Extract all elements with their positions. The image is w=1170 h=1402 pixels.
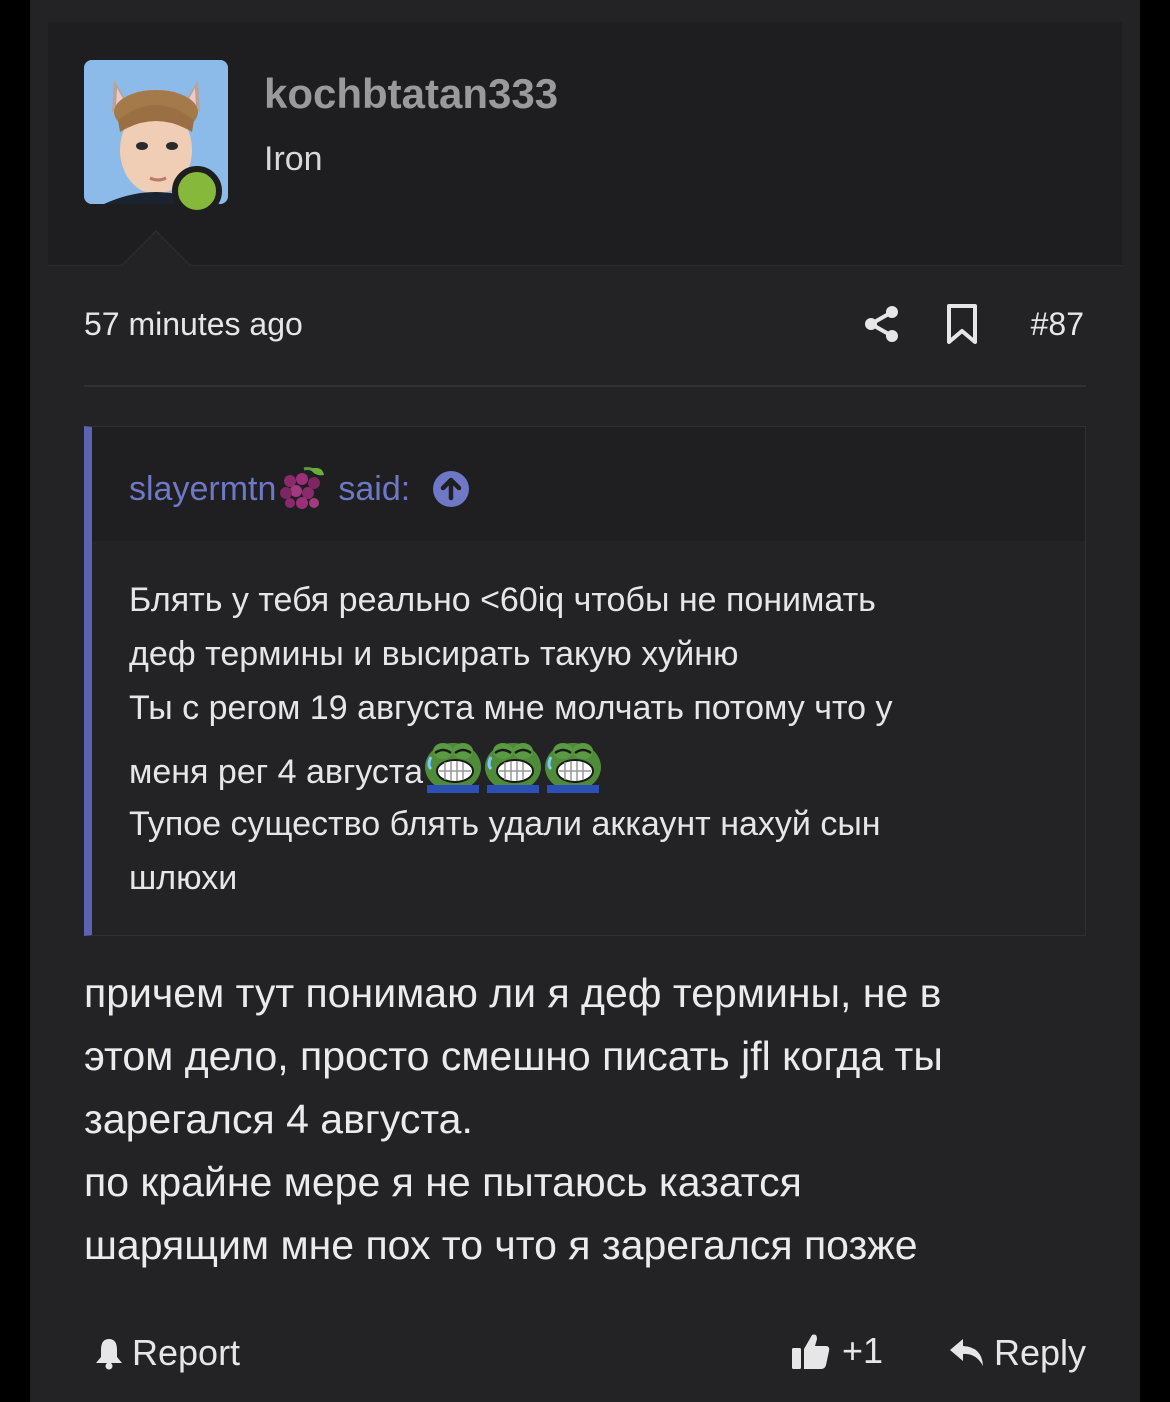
quote-line: Ты с регом 19 августа мне молчать потому… [129,689,893,727]
message-line: зарегался 4 августа. [84,1096,473,1142]
laughing-pepe-emoji [545,743,602,793]
post-actions: Report +1 Reply [84,1326,1086,1382]
post-timestamp[interactable]: 57 minutes ago [84,306,303,343]
quote-line: Блять у тебя реально <60iq чтобы не пони… [129,581,876,619]
report-button[interactable]: Report [92,1332,240,1374]
message-line: по крайне мере я не пытаюсь казатся [84,1159,802,1205]
post-number[interactable]: #87 [1031,306,1084,343]
quote-line: меня рег 4 августа [129,753,424,791]
quote-line: Тупое существо блять удали аккаунт нахуй… [129,805,881,843]
message-line: этом дело, просто смешно писать jfl когд… [84,1033,943,1079]
quote-text: Блять у тебя реально <60iq чтобы не пони… [129,573,1049,905]
quote-header: slayermtn said: [92,427,1085,541]
report-label: Report [132,1332,241,1373]
quote-body: Блять у тебя реально <60iq чтобы не пони… [92,541,1085,935]
message-line: шарящим мне пох то что я зарегался позже [84,1222,918,1268]
quote-attribution: slayermtn said: [129,465,470,513]
reply-icon [949,1339,983,1366]
reply-button[interactable]: Reply [948,1332,1086,1374]
message-line: причем тут понимаю ли я деф термины, не … [84,970,942,1016]
laughing-pepe-emoji [425,743,482,793]
user-rank: Iron [264,140,323,178]
reply-label: Reply [993,1332,1086,1373]
divider [84,385,1086,387]
share-icon[interactable] [862,304,902,344]
grapes-emoji [280,467,325,509]
quote-line: шлюхи [129,859,238,897]
post-card: kochbtatan333 Iron 57 minutes ago #87 sl… [30,0,1140,1402]
bell-icon [96,1339,122,1370]
avatar[interactable] [84,60,228,216]
online-status-dot [172,166,222,216]
post-meta-row: 57 minutes ago #87 [84,298,1084,354]
quote-block: slayermtn said: Блять у тебя реально <60… [84,426,1086,936]
like-count: +1 [842,1330,884,1371]
go-to-quote-icon[interactable] [432,470,470,508]
post-message: причем тут понимаю ли я деф термины, не … [84,962,1084,1277]
said-label: said: [338,469,411,508]
laughing-pepe-emoji [485,743,542,793]
quote-author-name[interactable]: slayermtn [129,470,276,509]
thumbs-up-icon [792,1334,830,1369]
quote-line: деф термины и высирать такую хуйню [129,635,739,673]
like-button[interactable]: +1 [790,1330,883,1372]
bookmark-icon[interactable] [944,304,980,344]
username[interactable]: kochbtatan333 [264,70,558,118]
